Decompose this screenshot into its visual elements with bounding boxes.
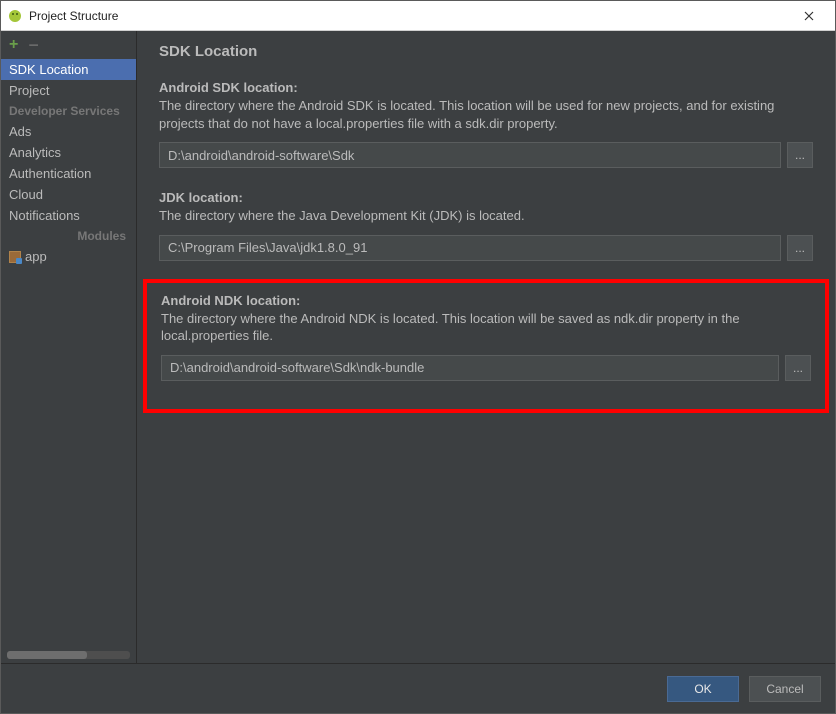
cancel-button[interactable]: Cancel: [749, 676, 821, 702]
sdk-path-input[interactable]: [159, 142, 781, 168]
content-panel: SDK Location Android SDK location: The d…: [137, 31, 835, 663]
jdk-field-row: ...: [159, 235, 813, 261]
jdk-browse-button[interactable]: ...: [787, 235, 813, 261]
sidebar-inner: SDK Location Project Developer Services …: [1, 59, 136, 663]
jdk-label: JDK location:: [159, 190, 813, 205]
jdk-desc: The directory where the Java Development…: [159, 207, 813, 225]
sdk-browse-button[interactable]: ...: [787, 142, 813, 168]
dialog-window: Project Structure + − SDK Location Proje…: [0, 0, 836, 714]
sidebar-item-cloud[interactable]: Cloud: [1, 184, 136, 205]
ndk-path-input[interactable]: [161, 355, 779, 381]
add-icon[interactable]: +: [9, 37, 18, 53]
titlebar: Project Structure: [1, 1, 835, 31]
sdk-field-row: ...: [159, 142, 813, 168]
sidebar-item-sdk-location[interactable]: SDK Location: [1, 59, 136, 80]
sidebar: + − SDK Location Project Developer Servi…: [1, 31, 137, 663]
ndk-browse-button[interactable]: ...: [785, 355, 811, 381]
sdk-desc: The directory where the Android SDK is l…: [159, 97, 813, 132]
jdk-path-input[interactable]: [159, 235, 781, 261]
app-icon: [7, 8, 23, 24]
close-button[interactable]: [789, 2, 829, 30]
remove-icon[interactable]: −: [28, 36, 39, 54]
sidebar-item-authentication[interactable]: Authentication: [1, 163, 136, 184]
window-title: Project Structure: [29, 9, 789, 23]
sidebar-scrollbar-thumb[interactable]: [7, 651, 87, 659]
ok-button[interactable]: OK: [667, 676, 739, 702]
section-jdk: JDK location: The directory where the Ja…: [159, 190, 813, 261]
sidebar-item-ads[interactable]: Ads: [1, 121, 136, 142]
sidebar-scrollbar[interactable]: [7, 651, 130, 659]
sidebar-item-notifications[interactable]: Notifications: [1, 205, 136, 226]
dialog-body: + − SDK Location Project Developer Servi…: [1, 31, 835, 713]
ndk-label: Android NDK location:: [161, 293, 811, 308]
sidebar-tools: + −: [1, 31, 136, 59]
section-sdk: Android SDK location: The directory wher…: [159, 80, 813, 168]
sidebar-module-label: app: [25, 249, 47, 264]
sidebar-header-developer-services: Developer Services: [1, 101, 136, 121]
sidebar-item-project[interactable]: Project: [1, 80, 136, 101]
sidebar-item-analytics[interactable]: Analytics: [1, 142, 136, 163]
sdk-label: Android SDK location:: [159, 80, 813, 95]
dialog-footer: OK Cancel: [1, 663, 835, 713]
page-title: SDK Location: [159, 43, 813, 60]
ndk-highlight-box: Android NDK location: The directory wher…: [143, 279, 829, 413]
main-area: + − SDK Location Project Developer Servi…: [1, 31, 835, 663]
sidebar-list: SDK Location Project Developer Services …: [1, 59, 136, 267]
ndk-desc: The directory where the Android NDK is l…: [161, 310, 811, 345]
ndk-field-row: ...: [161, 355, 811, 381]
sidebar-header-modules: Modules: [1, 226, 136, 246]
module-icon: [9, 251, 21, 263]
sidebar-module-app[interactable]: app: [1, 246, 136, 267]
